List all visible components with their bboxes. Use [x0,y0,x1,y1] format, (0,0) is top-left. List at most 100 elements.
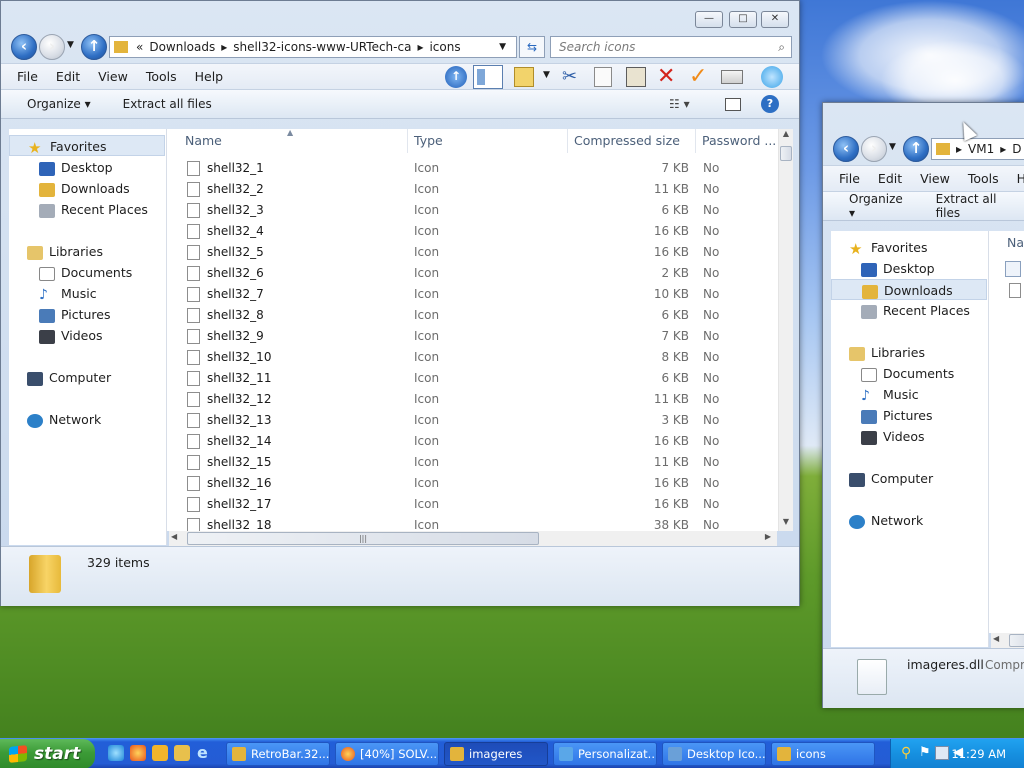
table-row[interactable]: shell32_6 Icon 2 KB No [167,263,779,284]
horizontal-scroll-thumb[interactable]: ||| [187,532,539,545]
help-icon[interactable]: ? [761,95,779,113]
menu-help[interactable]: Help [1008,171,1024,186]
search-icon[interactable]: ⚲ [901,746,915,760]
quick-launch-media-icon[interactable] [152,745,168,761]
address-bar[interactable]: ▸ VM1 ▸ D [931,138,1024,160]
nav-computer[interactable]: Computer [9,367,111,388]
table-row[interactable]: shell32_5 Icon 16 KB No [167,242,779,263]
horizontal-scrollbar[interactable]: ◀ [991,633,1024,648]
table-row[interactable]: shell32_17 Icon 16 KB No [167,494,779,515]
table-row[interactable]: shell32_16 Icon 16 KB No [167,473,779,494]
start-button[interactable]: start [0,739,95,768]
up-arrow-icon[interactable]: ↑ [903,136,929,162]
table-row[interactable]: shell32_14 Icon 16 KB No [167,431,779,452]
refresh-button[interactable]: ⇆ [519,36,545,58]
recent-pages-chevron-icon[interactable]: ▼ [67,40,74,50]
breadcrumb-shell32-folder[interactable]: shell32-icons-www-URTech-ca [233,40,411,54]
vertical-scrollbar[interactable]: ▲ ▼ [778,129,793,531]
title-bar[interactable]: — □ ✕ [1,1,799,31]
file-icon[interactable] [1009,283,1021,298]
scroll-left-arrow-icon[interactable]: ◀ [993,634,999,643]
address-overflow[interactable]: « [136,40,143,54]
dropdown-arrow-icon[interactable]: ▼ [499,42,506,52]
shell-icon[interactable] [761,66,783,88]
table-row[interactable]: shell32_1 Icon 7 KB No [167,158,779,179]
quick-launch-firefox-icon[interactable] [130,745,146,761]
table-row[interactable]: shell32_8 Icon 6 KB No [167,305,779,326]
nav-pictures[interactable]: Pictures [831,405,933,426]
column-header-name[interactable]: Nar [1007,235,1024,250]
paste-icon[interactable] [626,67,646,87]
up-arrow-icon[interactable]: ↑ [81,34,107,60]
table-row[interactable]: shell32_11 Icon 6 KB No [167,368,779,389]
nav-libraries[interactable]: Libraries [9,241,103,262]
taskbar-button-imageres[interactable]: imageres [444,742,548,766]
nav-documents[interactable]: Documents [831,363,954,384]
table-row[interactable]: shell32_12 Icon 11 KB No [167,389,779,410]
menu-help[interactable]: Help [186,69,233,84]
nav-recent-places[interactable]: Recent Places [9,199,148,220]
table-row[interactable]: shell32_7 Icon 10 KB No [167,284,779,305]
search-icon[interactable]: ⌕ [778,37,785,57]
table-row[interactable]: shell32_13 Icon 3 KB No [167,410,779,431]
nav-computer[interactable]: Computer [831,468,933,489]
column-header-type[interactable]: Type [408,129,568,153]
nav-videos[interactable]: Videos [9,325,103,346]
nav-desktop[interactable]: Desktop [9,157,113,178]
cut-icon[interactable]: ✂ [562,67,582,87]
view-options-icon[interactable]: ☷ ▾ [669,97,690,111]
network-tray-icon[interactable] [935,746,949,760]
table-row[interactable]: shell32_18 Icon 38 KB No [167,515,779,531]
table-row[interactable]: shell32_2 Icon 11 KB No [167,179,779,200]
scroll-up-arrow-icon[interactable]: ▲ [779,129,793,143]
dll-file-icon[interactable] [1005,261,1021,277]
nav-pictures[interactable]: Pictures [9,304,111,325]
quick-launch-ie-icon[interactable] [108,745,124,761]
table-row[interactable]: shell32_9 Icon 7 KB No [167,326,779,347]
menu-file[interactable]: File [1,69,47,84]
table-row[interactable]: shell32_4 Icon 16 KB No [167,221,779,242]
organize-button[interactable]: Organize ▾ [823,192,922,220]
table-row[interactable]: shell32_3 Icon 6 KB No [167,200,779,221]
extract-all-button[interactable]: Extract all files [922,192,1024,220]
table-row[interactable]: shell32_15 Icon 11 KB No [167,452,779,473]
column-header-compressed-size[interactable]: Compressed size [568,129,696,153]
taskbar-button-icons[interactable]: icons [771,742,875,766]
title-bar[interactable] [823,103,1024,133]
menu-tools[interactable]: Tools [959,171,1008,186]
breadcrumb-vm1[interactable]: VM1 [968,142,994,156]
nav-network[interactable]: Network [9,409,101,430]
nav-desktop[interactable]: Desktop [831,258,935,279]
menu-view[interactable]: View [911,171,959,186]
scroll-down-arrow-icon[interactable]: ▼ [779,517,793,531]
menu-tools[interactable]: Tools [137,69,186,84]
maximize-button[interactable]: □ [729,11,757,28]
column-header-name[interactable]: Name ▲ [179,129,408,153]
breadcrumb-d[interactable]: D [1012,142,1021,156]
forward-arrow-icon[interactable]: › [39,34,65,60]
vertical-scroll-thumb[interactable] [780,146,792,161]
taskbar-button-personalization[interactable]: Personalizat... [553,742,657,766]
nav-network[interactable]: Network [831,510,923,531]
nav-downloads[interactable]: Downloads [9,178,130,199]
back-arrow-icon[interactable]: ‹ [11,34,37,60]
nav-libraries[interactable]: Libraries [831,342,925,363]
close-button[interactable]: ✕ [761,11,789,28]
nav-favorites[interactable]: ★ Favorites [831,237,927,258]
organize-button[interactable]: Organize ▾ [1,97,107,111]
preview-pane-icon[interactable] [725,98,741,111]
back-arrow-icon[interactable]: ‹ [833,136,859,162]
nav-music[interactable]: ♪ Music [9,283,97,304]
search-input[interactable]: Search icons ⌕ [550,36,792,58]
nav-music[interactable]: ♪ Music [831,384,919,405]
address-bar[interactable]: « Downloads ▸ shell32-icons-www-URTech-c… [109,36,517,58]
horizontal-scrollbar[interactable]: ◀ ||| ▶ [169,531,777,546]
layout-pane-icon[interactable] [473,65,503,89]
horizontal-scroll-thumb[interactable] [1009,634,1024,647]
nav-downloads[interactable]: Downloads [831,279,987,300]
table-row[interactable]: shell32_10 Icon 8 KB No [167,347,779,368]
flag-icon[interactable]: ⚑ [919,746,933,760]
nav-recent-places[interactable]: Recent Places [831,300,970,321]
column-header-password[interactable]: Password ... [696,129,779,153]
menu-view[interactable]: View [89,69,137,84]
